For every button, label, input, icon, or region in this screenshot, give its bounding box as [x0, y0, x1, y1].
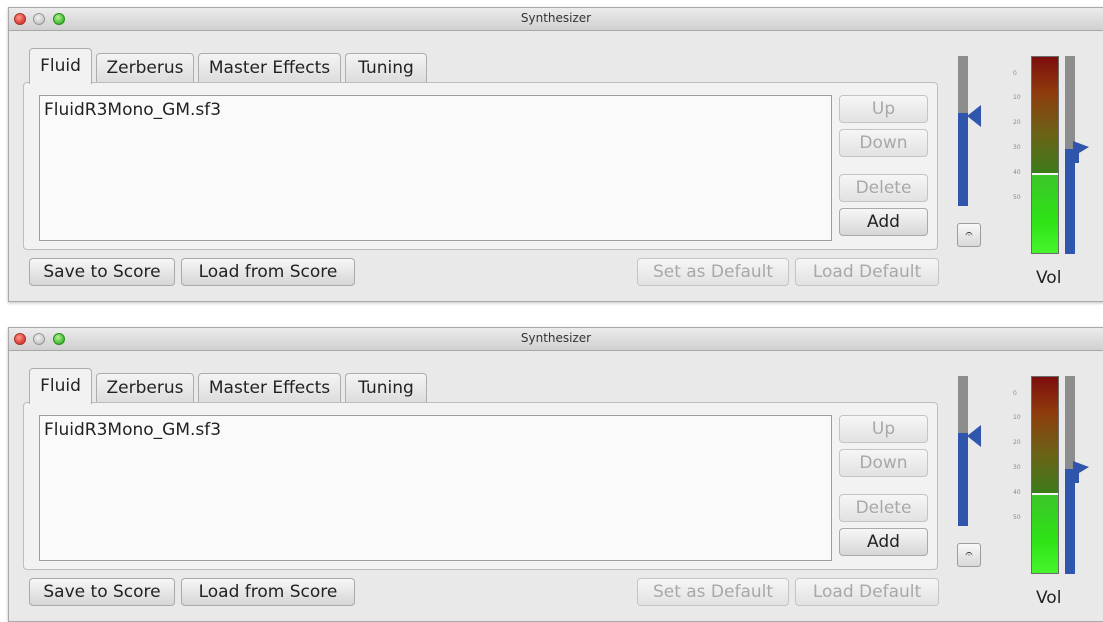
add-button[interactable]: Add [839, 208, 928, 236]
soundfont-list[interactable]: FluidR3Mono_GM.sf3 [39, 415, 832, 561]
tab-tuning[interactable]: Tuning [345, 373, 427, 403]
gain-slider[interactable] [958, 376, 968, 526]
meter-scale-label: 30 [1013, 144, 1021, 151]
gain-slider-handle[interactable] [967, 425, 981, 447]
list-item[interactable]: FluidR3Mono_GM.sf3 [44, 100, 221, 120]
soundfont-list[interactable]: FluidR3Mono_GM.sf3 [39, 95, 832, 241]
level-meter [1031, 56, 1059, 254]
tab-master-effects[interactable]: Master Effects [198, 53, 341, 83]
meter-scale-label: 10 [1013, 414, 1021, 421]
meter-scale-label: 0 [1013, 70, 1017, 77]
title-bar[interactable]: Synthesizer [9, 8, 1103, 31]
list-item[interactable]: FluidR3Mono_GM.sf3 [44, 420, 221, 440]
meter-scale-label: 20 [1013, 439, 1021, 446]
title-bar[interactable]: Synthesizer [9, 328, 1103, 351]
gain-slider[interactable] [958, 56, 968, 206]
meter-scale-label: 30 [1013, 464, 1021, 471]
meter-scale-label: 50 [1013, 194, 1021, 201]
tab-zerberus[interactable]: Zerberus [96, 373, 194, 403]
delete-button[interactable]: Delete [839, 494, 928, 522]
up-button[interactable]: Up [839, 95, 928, 123]
synthesizer-window: Synthesizer Fluid Zerberus Master Effect… [8, 327, 1103, 622]
volume-slider-handle[interactable] [1073, 461, 1089, 483]
load-from-score-button[interactable]: Load from Score [181, 258, 355, 286]
meter-scale: 0 10 20 30 40 50 [1013, 378, 1029, 538]
down-button[interactable]: Down [839, 449, 928, 477]
volume-slider-handle[interactable] [1073, 141, 1089, 163]
meter-scale-label: 40 [1013, 489, 1021, 496]
meter-scale-label: 10 [1013, 94, 1021, 101]
load-from-score-button[interactable]: Load from Score [181, 578, 355, 606]
meter-scale-label: 20 [1013, 119, 1021, 126]
window-title: Synthesizer [520, 331, 592, 345]
metronome-icon[interactable]: 𝄐 [957, 223, 981, 247]
meter-scale-label: 0 [1013, 390, 1017, 397]
level-meter-fill [1032, 173, 1058, 253]
tab-fluid[interactable]: Fluid [29, 368, 92, 404]
save-to-score-button[interactable]: Save to Score [29, 578, 175, 606]
window-title: Synthesizer [520, 11, 592, 25]
set-as-default-button[interactable]: Set as Default [637, 258, 789, 286]
save-to-score-button[interactable]: Save to Score [29, 258, 175, 286]
meter-scale: 0 10 20 30 40 50 [1013, 58, 1029, 218]
level-meter-fill [1032, 493, 1058, 573]
tab-zerberus[interactable]: Zerberus [96, 53, 194, 83]
load-default-button[interactable]: Load Default [795, 258, 939, 286]
load-default-button[interactable]: Load Default [795, 578, 939, 606]
delete-button[interactable]: Delete [839, 174, 928, 202]
set-as-default-button[interactable]: Set as Default [637, 578, 789, 606]
tab-tuning[interactable]: Tuning [345, 53, 427, 83]
metronome-icon[interactable]: 𝄐 [957, 543, 981, 567]
down-button[interactable]: Down [839, 129, 928, 157]
volume-label: Vol [1036, 588, 1062, 608]
volume-label: Vol [1036, 268, 1062, 288]
add-button[interactable]: Add [839, 528, 928, 556]
gain-slider-handle[interactable] [967, 105, 981, 127]
tab-master-effects[interactable]: Master Effects [198, 373, 341, 403]
synthesizer-window: Synthesizer Fluid Zerberus Master Effect… [8, 7, 1103, 302]
level-meter [1031, 376, 1059, 574]
meter-scale-label: 50 [1013, 514, 1021, 521]
up-button[interactable]: Up [839, 415, 928, 443]
meter-scale-label: 40 [1013, 169, 1021, 176]
tab-fluid[interactable]: Fluid [29, 48, 92, 84]
